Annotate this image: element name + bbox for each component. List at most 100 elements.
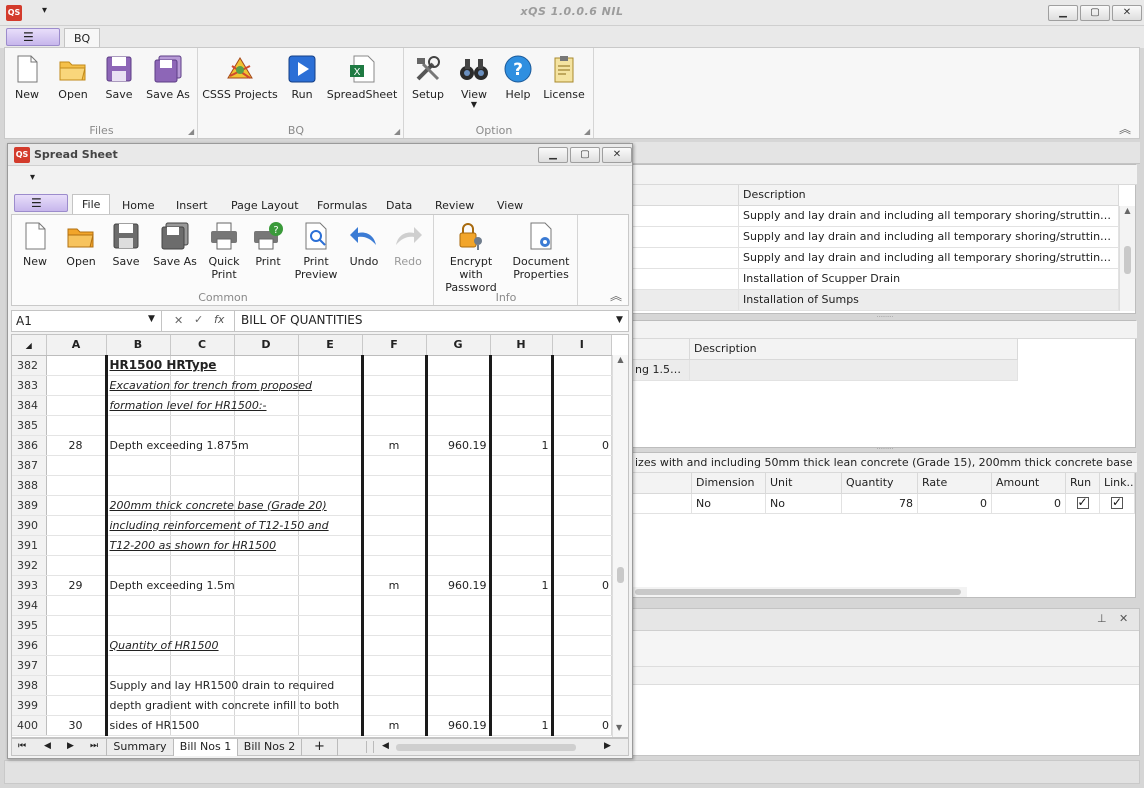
sheet-close-button[interactable]: ✕ — [602, 147, 632, 163]
cell-a[interactable] — [46, 655, 108, 676]
sheet-new-button[interactable]: New — [16, 221, 54, 268]
prev-sheet-icon[interactable]: ◀ — [44, 741, 51, 751]
column-header-f[interactable]: F — [362, 335, 427, 356]
column-header-a[interactable]: A — [46, 335, 107, 356]
cell-h[interactable] — [490, 535, 554, 556]
cell-h[interactable] — [490, 695, 554, 716]
cell-h[interactable] — [490, 455, 554, 476]
cell-d[interactable] — [234, 475, 299, 496]
unit-cell[interactable]: No — [766, 494, 842, 514]
cell-a[interactable] — [46, 635, 108, 656]
first-sheet-icon[interactable]: ⏮ — [18, 741, 26, 751]
quick-access-dropdown-icon[interactable]: ▾ — [30, 172, 35, 183]
table-row[interactable]: Supply and lay drain and including all t… — [739, 206, 1119, 227]
cell-f[interactable] — [362, 655, 428, 676]
maximize-button[interactable]: ▢ — [1080, 5, 1110, 21]
scroll-right-icon[interactable]: ▶ — [604, 741, 611, 751]
cancel-edit-icon[interactable]: ✕ — [174, 314, 183, 327]
cell-f[interactable] — [362, 515, 428, 536]
help-button[interactable]: ? Help — [500, 54, 536, 101]
cell-a[interactable] — [46, 455, 108, 476]
cell-c[interactable] — [170, 415, 235, 436]
table-row-cell[interactable] — [690, 360, 1018, 381]
cell-f[interactable] — [362, 595, 428, 616]
horizontal-scrollbar[interactable] — [631, 587, 967, 597]
sheet-tab-bill-nos-2[interactable]: Bill Nos 2 — [238, 739, 302, 756]
scroll-up-icon[interactable]: ▲ — [1120, 206, 1135, 215]
cell-a[interactable] — [46, 415, 108, 436]
scroll-down-icon[interactable]: ▼ — [616, 723, 622, 732]
cell-a[interactable] — [46, 695, 108, 716]
row-header[interactable]: 385 — [12, 415, 47, 436]
cell-g[interactable] — [426, 555, 492, 576]
cell-c[interactable] — [170, 655, 235, 676]
row-header[interactable]: 395 — [12, 615, 47, 636]
tab-data[interactable]: Data — [386, 199, 412, 212]
cell-e[interactable] — [298, 615, 364, 636]
grid-header-rate[interactable]: Rate — [918, 473, 992, 494]
chevron-down-icon[interactable]: ▼ — [148, 314, 155, 324]
cell-b[interactable]: HR1500 HRType — [106, 355, 216, 376]
cell-d[interactable] — [234, 575, 299, 596]
table-row[interactable]: Installation of Scupper Drain — [739, 269, 1119, 290]
cell-i[interactable] — [552, 555, 612, 576]
app-menu-button[interactable]: ☰ — [6, 28, 60, 46]
sheet-vertical-scrollbar[interactable]: ▲ ▼ — [612, 355, 628, 737]
group-launcher-icon[interactable]: ◢ — [394, 127, 400, 136]
table-row-cell[interactable] — [631, 248, 739, 269]
grid-header-quantity[interactable]: Quantity — [842, 473, 918, 494]
quick-print-button[interactable]: Quick Print — [204, 221, 244, 281]
column-header-h[interactable]: H — [490, 335, 553, 356]
scrollbar-thumb[interactable] — [617, 567, 624, 583]
cell-e[interactable] — [298, 655, 364, 676]
grid-header-link[interactable]: Link... — [1100, 473, 1135, 494]
cell-a[interactable]: 29 — [46, 575, 108, 596]
row-header[interactable]: 400 — [12, 715, 47, 736]
cell-b[interactable]: Excavation for trench from proposed — [106, 375, 312, 396]
column-header-g[interactable]: G — [426, 335, 491, 356]
cell-g[interactable] — [426, 415, 492, 436]
formula-input[interactable]: BILL OF QUANTITIES — [234, 311, 628, 331]
cell-i[interactable] — [552, 675, 612, 696]
row-header[interactable]: 390 — [12, 515, 47, 536]
cell-g[interactable] — [426, 355, 492, 376]
cell-i[interactable] — [552, 595, 612, 616]
cell-c[interactable] — [170, 475, 235, 496]
cell-a[interactable] — [46, 615, 108, 636]
scrollbar-thumb[interactable] — [635, 589, 961, 595]
cell-i[interactable] — [552, 415, 612, 436]
cell-g[interactable] — [426, 615, 492, 636]
add-sheet-button[interactable]: + — [302, 739, 338, 756]
cell-e[interactable] — [298, 715, 364, 736]
select-all-corner[interactable]: ◢ — [12, 335, 47, 356]
cell-d[interactable] — [234, 455, 299, 476]
sheet-horizontal-scrollbar[interactable] — [396, 744, 576, 751]
cell-h[interactable] — [490, 555, 554, 576]
row-header[interactable]: 388 — [12, 475, 47, 496]
cell-i[interactable] — [552, 515, 612, 536]
cell-i[interactable] — [552, 535, 612, 556]
name-box[interactable]: A1 ▼ — [12, 311, 162, 331]
cell-g[interactable]: 960.19 — [426, 435, 492, 456]
cell-b[interactable]: sides of HR1500 — [106, 715, 199, 736]
cell-b[interactable] — [106, 555, 171, 576]
cell-i[interactable] — [552, 395, 612, 416]
cell-i[interactable] — [552, 475, 612, 496]
last-sheet-icon[interactable]: ⏭ — [90, 741, 98, 751]
cell-d[interactable] — [234, 595, 299, 616]
cell-f[interactable] — [362, 555, 428, 576]
cell-h[interactable] — [490, 495, 554, 516]
tab-home[interactable]: Home — [122, 199, 154, 212]
run-checkbox[interactable] — [1076, 495, 1089, 509]
cell-b[interactable] — [106, 615, 171, 636]
row-header[interactable]: 398 — [12, 675, 47, 696]
row-header[interactable]: 394 — [12, 595, 47, 616]
cell-g[interactable] — [426, 635, 492, 656]
cell-f[interactable] — [362, 675, 428, 696]
cell-h[interactable] — [490, 375, 554, 396]
grid-header-amount[interactable]: Amount — [992, 473, 1066, 494]
cell-h[interactable] — [490, 415, 554, 436]
tab-bq[interactable]: BQ — [64, 28, 101, 48]
cell-e[interactable] — [298, 455, 364, 476]
group-launcher-icon[interactable]: ◢ — [188, 127, 194, 136]
